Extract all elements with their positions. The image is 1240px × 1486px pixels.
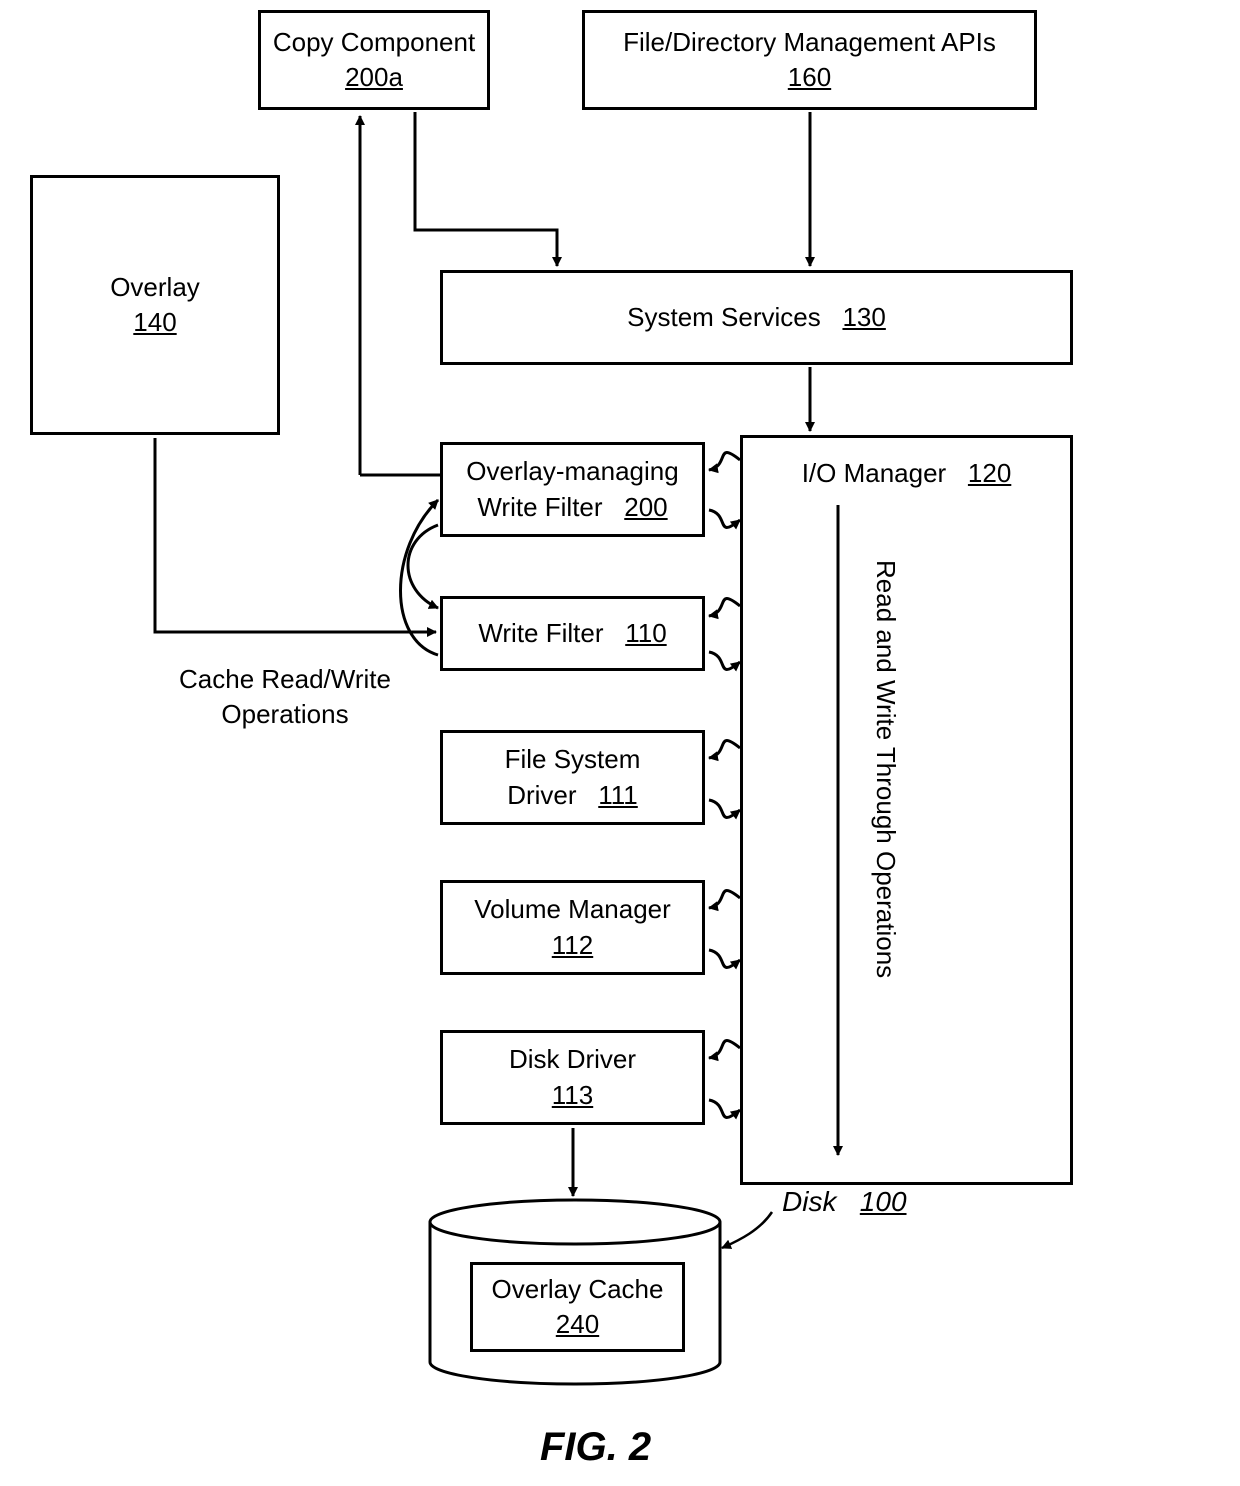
arrow-copy-to-system-services	[415, 112, 557, 266]
rw-through-label: Read and Write Through Operations	[870, 560, 901, 1100]
system-services-box: System Services 130	[440, 270, 1073, 365]
io-manager-row: I/O Manager 120	[802, 456, 1012, 491]
overlay-ref: 140	[133, 305, 176, 340]
disk-driver-ref: 113	[552, 1078, 593, 1113]
volume-manager-label: Volume Manager	[474, 892, 671, 927]
copy-component-box: Copy Component 200a	[258, 10, 490, 110]
apis-label: File/Directory Management APIs	[623, 25, 996, 60]
overlay-managing-wf-line1: Overlay-managing	[466, 454, 678, 489]
io-manager-ref: 120	[968, 458, 1011, 488]
fs-driver-line1: File System	[505, 742, 641, 777]
system-services-ref: 130	[842, 302, 885, 332]
write-filter-label: Write Filter	[478, 618, 603, 648]
overlay-box: Overlay 140	[30, 175, 280, 435]
figure-label: FIG. 2	[540, 1425, 651, 1470]
overlay-cache-label: Overlay Cache	[492, 1272, 664, 1307]
overlay-managing-wf-line2: Write Filter 200	[477, 490, 667, 525]
arrow-overlay-to-wf	[155, 438, 436, 632]
disk-driver-box: Disk Driver 113	[440, 1030, 705, 1125]
io-manager-label: I/O Manager	[802, 458, 947, 488]
apis-ref: 160	[788, 60, 831, 95]
apis-box: File/Directory Management APIs 160	[582, 10, 1037, 110]
io-manager-box: I/O Manager 120	[740, 435, 1073, 1185]
write-filter-box: Write Filter 110	[440, 596, 705, 671]
cache-ops-label: Cache Read/Write Operations	[155, 662, 415, 732]
system-services-label: System Services	[627, 302, 821, 332]
overlay-managing-wf-box: Overlay-managing Write Filter 200	[440, 442, 705, 537]
overlay-cache-ref: 240	[556, 1307, 599, 1342]
volume-manager-box: Volume Manager 112	[440, 880, 705, 975]
volume-manager-ref: 112	[552, 928, 593, 963]
overlay-cache-box: Overlay Cache 240	[470, 1262, 685, 1352]
overlay-label: Overlay	[110, 270, 200, 305]
system-services-row: System Services 130	[627, 300, 886, 335]
leader-disk-label	[722, 1212, 772, 1248]
fs-driver-box: File System Driver 111	[440, 730, 705, 825]
copy-component-label: Copy Component	[273, 25, 475, 60]
disk-driver-label: Disk Driver	[509, 1042, 636, 1077]
write-filter-ref: 110	[625, 618, 666, 648]
disk-label: Disk 100	[782, 1186, 907, 1218]
copy-component-ref: 200a	[345, 60, 403, 95]
